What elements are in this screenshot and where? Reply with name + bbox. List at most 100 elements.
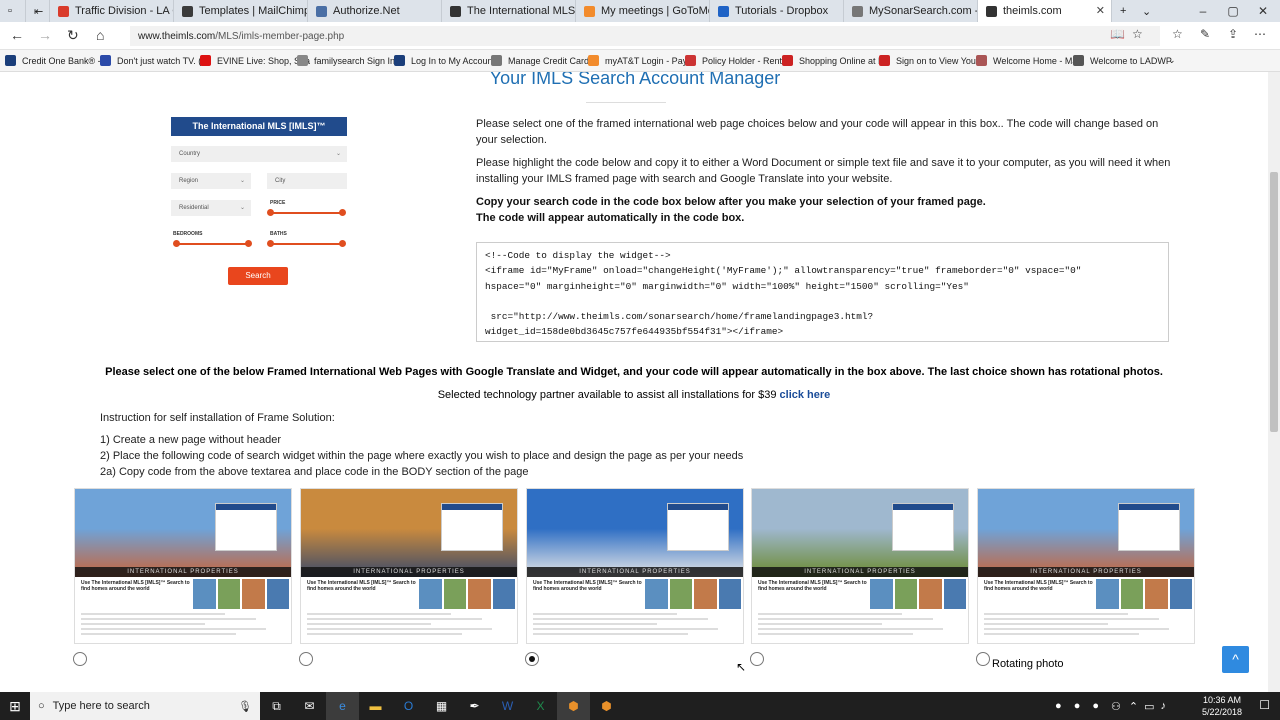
frame-choice-radio[interactable] (73, 652, 87, 666)
back-arrow-icon[interactable]: ← (10, 27, 24, 43)
favorite-link[interactable]: myAT&T Login - Pay (583, 55, 687, 66)
calendar-icon[interactable]: ▦ (425, 692, 458, 720)
avatar[interactable]: ● (1092, 700, 1099, 712)
tab-0[interactable]: Traffic Division - LA Court (50, 0, 174, 22)
pen-icon[interactable]: ✎ (1200, 27, 1210, 41)
card-banner: INTERNATIONAL PROPERTIES (978, 567, 1194, 577)
favorite-link[interactable]: familysearch Sign In t (292, 55, 400, 66)
outlook-icon[interactable]: O (392, 692, 425, 720)
app-orange-icon[interactable]: ⬢ (557, 692, 590, 720)
close-tab-icon[interactable]: ✕ (1096, 4, 1105, 17)
favorite-link[interactable]: Manage Credit Card / (486, 55, 594, 66)
click-here-link[interactable]: click here (780, 389, 831, 401)
word-icon[interactable]: W (491, 692, 524, 720)
favorites-overflow-chevron-icon[interactable]: ⌄ (1163, 55, 1181, 66)
edge-browser-icon[interactable]: e (326, 692, 359, 720)
favorite-link[interactable]: EVINE Live: Shop, Sha (195, 55, 310, 66)
favorite-favicon-icon (782, 55, 793, 66)
favorite-link[interactable]: Sign on to View Your (874, 55, 979, 66)
frame-choice-card[interactable]: INTERNATIONAL PROPERTIES Use The Internat… (74, 488, 292, 644)
maximize-icon[interactable]: ▢ (1218, 0, 1248, 22)
scrollbar-thumb[interactable] (1270, 172, 1278, 432)
chevron-up-icon[interactable]: ⌃ (1129, 700, 1138, 713)
country-select[interactable]: Country ⌄ (171, 146, 347, 162)
excel-icon[interactable]: X (524, 692, 557, 720)
people-icon[interactable]: ⚇ (1111, 700, 1121, 713)
frame-choice-card[interactable]: INTERNATIONAL PROPERTIES Use The Internat… (751, 488, 969, 644)
taskbar-clock[interactable]: 10:36 AM 5/22/2018 (1202, 694, 1242, 718)
file-explorer-icon[interactable]: ▬ (359, 692, 392, 720)
slider-handle[interactable] (173, 240, 180, 247)
property-type-select[interactable]: Residential ⌄ (171, 200, 251, 216)
frame-choice-radio[interactable] (750, 652, 764, 666)
volume-icon[interactable]: ♪ (1161, 700, 1167, 712)
minimize-icon[interactable]: – (1188, 0, 1218, 22)
taskbar-search-box[interactable]: ○ Type here to search 🎙 (30, 692, 260, 720)
avatar[interactable]: ● (1074, 700, 1081, 712)
window-close-icon[interactable]: ✕ (1248, 0, 1278, 22)
app-orange-icon-2[interactable]: ⬢ (590, 692, 623, 720)
share-icon[interactable]: ⇪ (1228, 27, 1238, 41)
page-scrollbar[interactable] (1268, 72, 1280, 692)
tab-2[interactable]: Authorize.Net (308, 0, 442, 22)
scroll-to-top-button[interactable]: ^ (1222, 646, 1249, 673)
tab-4[interactable]: My meetings | GoToMeeting (576, 0, 710, 22)
notifications-icon[interactable]: ☐ (1259, 698, 1270, 712)
card-thumbnails (419, 579, 515, 609)
tab-favicon-icon (718, 5, 729, 17)
tab-3[interactable]: The International MLS [IMLS (442, 0, 576, 22)
region-select[interactable]: Region ⌄ (171, 173, 251, 189)
quill-app-icon[interactable]: ✒ (458, 692, 491, 720)
city-input[interactable]: City (267, 173, 347, 189)
tab-preview-icon[interactable]: ▫ (0, 0, 26, 22)
mail-icon[interactable]: ✉ (293, 692, 326, 720)
frame-choice-card[interactable]: INTERNATIONAL PROPERTIES Use The Internat… (526, 488, 744, 644)
card-thumbnails (645, 579, 741, 609)
favorite-link[interactable]: Shopping Online at H (777, 55, 885, 66)
code-textarea[interactable]: <!--Code to display the widget--> <ifram… (476, 242, 1169, 342)
slider-handle[interactable] (267, 209, 274, 216)
slider-handle[interactable] (245, 240, 252, 247)
tab-1[interactable]: Templates | MailChimp (174, 0, 308, 22)
frame-choice-card[interactable]: INTERNATIONAL PROPERTIES Use The Internat… (300, 488, 518, 644)
frame-choice-radio[interactable] (299, 652, 313, 666)
network-icon[interactable]: ▭ (1144, 700, 1154, 713)
favorite-link[interactable]: Don't just watch TV. ( (95, 55, 201, 66)
baths-slider[interactable] (267, 240, 346, 247)
favorite-link[interactable]: Policy Holder - Rente (680, 55, 787, 66)
frame-choice-radio[interactable] (976, 652, 990, 666)
new-tab-icon[interactable]: + (1112, 0, 1134, 22)
price-slider[interactable] (267, 209, 346, 216)
favorite-link[interactable]: Welcome to LADWP (1068, 55, 1172, 66)
reading-view-icon[interactable]: 📖 (1110, 27, 1125, 41)
instruction-step-2: 2) Place the following code of search wi… (100, 450, 744, 462)
bedrooms-slider[interactable] (173, 240, 252, 247)
tab-5[interactable]: Tutorials - Dropbox (710, 0, 844, 22)
slider-handle[interactable] (339, 209, 346, 216)
favorite-link[interactable]: Welcome Home - Ma (971, 55, 1077, 66)
favorites-hub-icon[interactable]: ☆ (1172, 27, 1183, 41)
tab-list-chevron-icon[interactable]: ⌄ (1134, 0, 1156, 22)
home-icon[interactable]: ⌂ (96, 27, 104, 43)
slider-handle[interactable] (267, 240, 274, 247)
favorite-link[interactable]: Credit One Bank® - ( (0, 55, 106, 66)
avatar[interactable]: ● (1055, 700, 1062, 712)
widget-search-button[interactable]: Search (228, 267, 288, 285)
task-view-icon[interactable]: ⧉ (260, 692, 293, 720)
frame-choice-card[interactable]: INTERNATIONAL PROPERTIES Use The Internat… (977, 488, 1195, 644)
windows-start-icon[interactable]: ⊞ (0, 692, 30, 720)
favorite-favicon-icon (5, 55, 16, 66)
frame-choice-radio[interactable] (525, 652, 539, 666)
slider-handle[interactable] (339, 240, 346, 247)
url-field[interactable]: www.theimls.com/MLS/imls-member-page.php (130, 26, 1160, 46)
forward-arrow-icon[interactable]: → (38, 27, 52, 43)
favorite-link[interactable]: Log In to My Account (389, 55, 495, 66)
tab-7-active[interactable]: theimls.com ✕ (978, 0, 1112, 22)
microphone-icon[interactable]: 🎙 (238, 700, 252, 713)
instruction-step-1: 1) Create a new page without header (100, 434, 282, 446)
refresh-icon[interactable]: ↻ (67, 27, 79, 44)
tab-back-icon[interactable]: ⇤ (26, 0, 50, 22)
favorite-star-icon[interactable]: ☆ (1132, 27, 1143, 41)
more-icon[interactable]: ⋯ (1254, 27, 1266, 41)
tab-6[interactable]: MySonarSearch.com - Prop (844, 0, 978, 22)
